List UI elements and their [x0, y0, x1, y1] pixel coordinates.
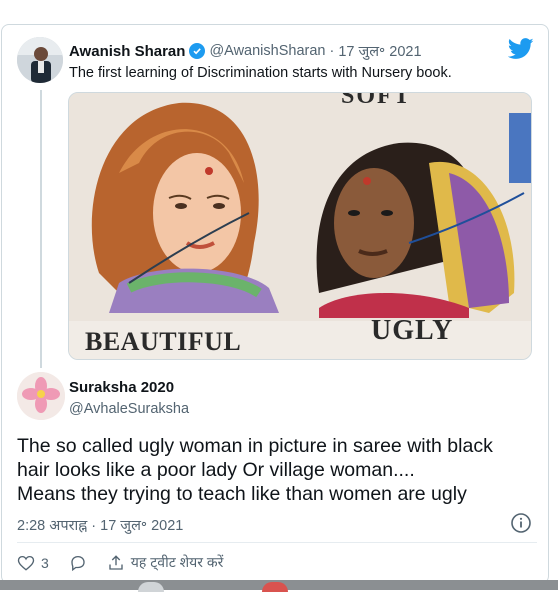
tweet-image[interactable]: SOFT BEAUTIFUL UGLY — [68, 92, 532, 360]
image-word-left: BEAUTIFUL — [85, 327, 242, 356]
tweet-header: Awanish Sharan @AwanishSharan · 17 जुल॰ … — [69, 41, 422, 61]
image-word-right: UGLY — [371, 315, 454, 346]
reply-text: The so called ugly woman in picture in s… — [17, 434, 542, 506]
top-strip — [0, 0, 558, 24]
reply-timestamp[interactable]: 2:28 अपराह्न · 17 जुल॰ 2021 — [17, 515, 183, 535]
reply-icon — [71, 555, 85, 571]
thread-line — [40, 90, 42, 368]
reply-author-avatar[interactable] — [17, 372, 65, 420]
reply-header: Suraksha 2020 — [69, 379, 174, 397]
like-button[interactable]: 3 — [17, 554, 49, 572]
tweet-date[interactable]: 17 जुल॰ 2021 — [338, 41, 421, 61]
share-icon — [109, 554, 123, 570]
tweet-text: The first learning of Discrimination sta… — [69, 65, 452, 81]
nursery-book-illustration — [69, 93, 531, 359]
reply-author-handle[interactable]: @AvhaleSuraksha — [69, 401, 189, 417]
like-count: 3 — [41, 554, 49, 571]
author-name[interactable]: Awanish Sharan — [69, 43, 185, 60]
author-handle[interactable]: @AwanishSharan — [209, 43, 325, 59]
reply-text-line: hair looks like a poor lady Or village w… — [17, 459, 415, 481]
heart-icon — [17, 555, 35, 571]
action-bar: 3 यह ट्वीट शेयर करें — [17, 553, 243, 572]
divider — [17, 542, 537, 543]
info-icon[interactable] — [510, 512, 532, 534]
taskbar-strip — [0, 580, 558, 592]
author-avatar[interactable] — [17, 37, 63, 83]
dot-separator: · — [329, 43, 335, 59]
share-label: यह ट्वीट शेयर करें — [130, 554, 224, 570]
twitter-bird-icon[interactable] — [508, 38, 534, 60]
reply-author-name[interactable]: Suraksha 2020 — [69, 379, 174, 396]
reply-button[interactable] — [69, 554, 87, 572]
image-word-top: SOFT — [341, 92, 412, 109]
reply-author-handle-wrap: @AvhaleSuraksha — [69, 400, 189, 418]
share-button[interactable]: यह ट्वीट शेयर करें — [107, 553, 224, 572]
reply-text-line: The so called ugly woman in picture in s… — [17, 435, 493, 457]
reply-text-line: Means they trying to teach like than wom… — [17, 483, 467, 505]
verified-badge-icon — [189, 43, 206, 59]
